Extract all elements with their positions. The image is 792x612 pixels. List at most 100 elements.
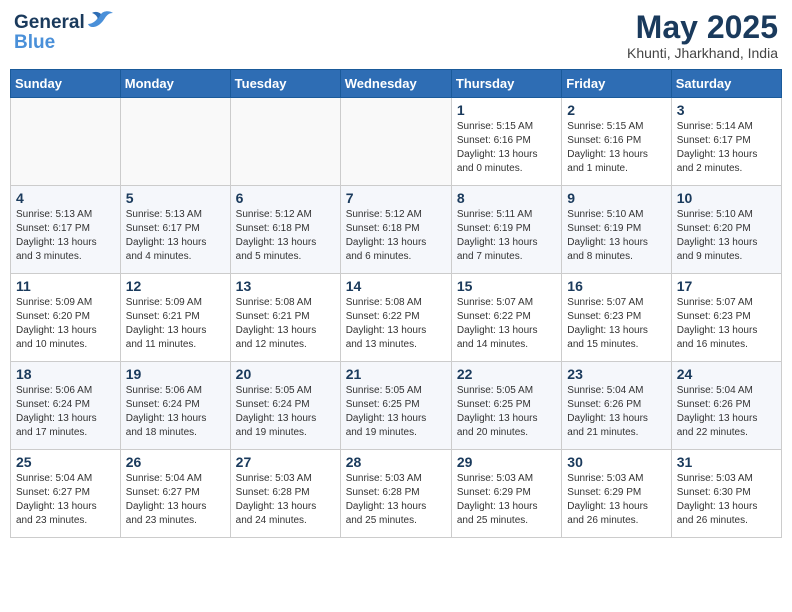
day-info: Sunrise: 5:13 AM Sunset: 6:17 PM Dayligh… [16,208,115,264]
day-number: 26 [126,454,225,470]
calendar-cell-3-1: 11 Sunrise: 5:09 AM Sunset: 6:20 PM Dayli… [11,274,121,362]
calendar-cell-4-1: 18 Sunrise: 5:06 AM Sunset: 6:24 PM Dayli… [11,362,121,450]
calendar-cell-5-7: 31Sunrise: 5:03 AM Sunset: 6:30 PM Dayli… [671,450,781,538]
calendar-cell-5-5: 29 Sunrise: 5:03 AM Sunset: 6:29 PM Dayli… [451,450,561,538]
day-info: Sunrise: 5:14 AM Sunset: 6:17 PM Dayligh… [677,120,776,176]
calendar-cell-5-1: 25 Sunrise: 5:04 AM Sunset: 6:27 PM Dayli… [11,450,121,538]
calendar-cell-1-4 [340,98,451,186]
day-info: Sunrise: 5:07 AM Sunset: 6:23 PM Dayligh… [677,296,776,352]
calendar-cell-1-1 [11,98,121,186]
day-number: 20 [236,366,335,382]
day-number: 11 [16,278,115,294]
logo-text: General [14,13,85,34]
calendar-cell-2-7: 10 Sunrise: 5:10 AM Sunset: 6:20 PM Dayli… [671,186,781,274]
day-info: Sunrise: 5:09 AM Sunset: 6:20 PM Dayligh… [16,296,115,352]
week-row-2: 4 Sunrise: 5:13 AM Sunset: 6:17 PM Daylig… [11,186,782,274]
calendar-cell-3-6: 16Sunrise: 5:07 AM Sunset: 6:23 PM Dayli… [562,274,671,362]
day-info: Sunrise: 5:06 AM Sunset: 6:24 PM Dayligh… [16,384,115,440]
day-info: Sunrise: 5:07 AM Sunset: 6:22 PM Dayligh… [457,296,556,352]
day-number: 10 [677,190,776,206]
day-number: 8 [457,190,556,206]
day-info: Sunrise: 5:03 AM Sunset: 6:28 PM Dayligh… [236,472,335,528]
calendar-cell-2-5: 8 Sunrise: 5:11 AM Sunset: 6:19 PM Daylig… [451,186,561,274]
calendar-cell-4-5: 22 Sunrise: 5:05 AM Sunset: 6:25 PM Dayli… [451,362,561,450]
weekday-header-friday: Friday [562,70,671,98]
day-info: Sunrise: 5:04 AM Sunset: 6:27 PM Dayligh… [16,472,115,528]
day-number: 24 [677,366,776,382]
day-number: 12 [126,278,225,294]
weekday-header-tuesday: Tuesday [230,70,340,98]
calendar-cell-2-6: 9Sunrise: 5:10 AM Sunset: 6:19 PM Daylig… [562,186,671,274]
calendar-cell-4-6: 23Sunrise: 5:04 AM Sunset: 6:26 PM Dayli… [562,362,671,450]
logo-bird-icon [87,10,115,36]
calendar-cell-2-1: 4 Sunrise: 5:13 AM Sunset: 6:17 PM Daylig… [11,186,121,274]
day-number: 18 [16,366,115,382]
day-info: Sunrise: 5:07 AM Sunset: 6:23 PM Dayligh… [567,296,665,352]
day-number: 9 [567,190,665,206]
day-info: Sunrise: 5:03 AM Sunset: 6:30 PM Dayligh… [677,472,776,528]
day-info: Sunrise: 5:10 AM Sunset: 6:20 PM Dayligh… [677,208,776,264]
weekday-header-row: SundayMondayTuesdayWednesdayThursdayFrid… [11,70,782,98]
day-number: 4 [16,190,115,206]
day-number: 22 [457,366,556,382]
day-info: Sunrise: 5:05 AM Sunset: 6:25 PM Dayligh… [457,384,556,440]
day-info: Sunrise: 5:15 AM Sunset: 6:16 PM Dayligh… [457,120,556,176]
day-number: 6 [236,190,335,206]
month-title: May 2025 [627,10,778,45]
day-number: 28 [346,454,446,470]
calendar-cell-1-6: 2Sunrise: 5:15 AM Sunset: 6:16 PM Daylig… [562,98,671,186]
day-number: 27 [236,454,335,470]
calendar-cell-3-4: 14Sunrise: 5:08 AM Sunset: 6:22 PM Dayli… [340,274,451,362]
day-number: 25 [16,454,115,470]
calendar-cell-1-7: 3 Sunrise: 5:14 AM Sunset: 6:17 PM Daylig… [671,98,781,186]
calendar-cell-1-3 [230,98,340,186]
calendar-cell-3-7: 17 Sunrise: 5:07 AM Sunset: 6:23 PM Dayli… [671,274,781,362]
calendar-cell-5-4: 28Sunrise: 5:03 AM Sunset: 6:28 PM Dayli… [340,450,451,538]
day-number: 1 [457,102,556,118]
title-block: May 2025 Khunti, Jharkhand, India [627,10,778,61]
day-info: Sunrise: 5:11 AM Sunset: 6:19 PM Dayligh… [457,208,556,264]
day-number: 17 [677,278,776,294]
calendar-cell-1-2 [120,98,230,186]
calendar-cell-2-4: 7 Sunrise: 5:12 AM Sunset: 6:18 PM Daylig… [340,186,451,274]
day-number: 5 [126,190,225,206]
week-row-4: 18 Sunrise: 5:06 AM Sunset: 6:24 PM Dayli… [11,362,782,450]
day-number: 3 [677,102,776,118]
calendar-cell-4-3: 20 Sunrise: 5:05 AM Sunset: 6:24 PM Dayli… [230,362,340,450]
day-info: Sunrise: 5:15 AM Sunset: 6:16 PM Dayligh… [567,120,665,176]
day-info: Sunrise: 5:05 AM Sunset: 6:24 PM Dayligh… [236,384,335,440]
calendar-cell-4-4: 21Sunrise: 5:05 AM Sunset: 6:25 PM Dayli… [340,362,451,450]
weekday-header-monday: Monday [120,70,230,98]
day-info: Sunrise: 5:03 AM Sunset: 6:29 PM Dayligh… [457,472,556,528]
day-number: 23 [567,366,665,382]
day-number: 30 [567,454,665,470]
weekday-header-sunday: Sunday [11,70,121,98]
day-number: 13 [236,278,335,294]
calendar-cell-5-3: 27 Sunrise: 5:03 AM Sunset: 6:28 PM Dayli… [230,450,340,538]
day-number: 7 [346,190,446,206]
day-number: 19 [126,366,225,382]
day-info: Sunrise: 5:08 AM Sunset: 6:21 PM Dayligh… [236,296,335,352]
calendar-table: SundayMondayTuesdayWednesdayThursdayFrid… [10,69,782,538]
calendar-cell-5-2: 26 Sunrise: 5:04 AM Sunset: 6:27 PM Dayli… [120,450,230,538]
weekday-header-thursday: Thursday [451,70,561,98]
calendar-cell-5-6: 30 Sunrise: 5:03 AM Sunset: 6:29 PM Dayli… [562,450,671,538]
day-info: Sunrise: 5:06 AM Sunset: 6:24 PM Dayligh… [126,384,225,440]
day-info: Sunrise: 5:12 AM Sunset: 6:18 PM Dayligh… [346,208,446,264]
calendar-cell-1-5: 1 Sunrise: 5:15 AM Sunset: 6:16 PM Daylig… [451,98,561,186]
day-info: Sunrise: 5:04 AM Sunset: 6:27 PM Dayligh… [126,472,225,528]
weekday-header-saturday: Saturday [671,70,781,98]
page-header: General Blue May 2025 Khunti, Jharkhand,… [10,10,782,61]
calendar-cell-2-2: 5Sunrise: 5:13 AM Sunset: 6:17 PM Daylig… [120,186,230,274]
day-info: Sunrise: 5:03 AM Sunset: 6:29 PM Dayligh… [567,472,665,528]
day-number: 29 [457,454,556,470]
calendar-cell-3-2: 12Sunrise: 5:09 AM Sunset: 6:21 PM Dayli… [120,274,230,362]
week-row-5: 25 Sunrise: 5:04 AM Sunset: 6:27 PM Dayli… [11,450,782,538]
location: Khunti, Jharkhand, India [627,45,778,61]
calendar-cell-4-7: 24Sunrise: 5:04 AM Sunset: 6:26 PM Dayli… [671,362,781,450]
calendar-cell-4-2: 19 Sunrise: 5:06 AM Sunset: 6:24 PM Dayli… [120,362,230,450]
logo: General Blue [14,10,115,54]
calendar-cell-3-5: 15Sunrise: 5:07 AM Sunset: 6:22 PM Dayli… [451,274,561,362]
week-row-3: 11 Sunrise: 5:09 AM Sunset: 6:20 PM Dayli… [11,274,782,362]
week-row-1: 1 Sunrise: 5:15 AM Sunset: 6:16 PM Daylig… [11,98,782,186]
